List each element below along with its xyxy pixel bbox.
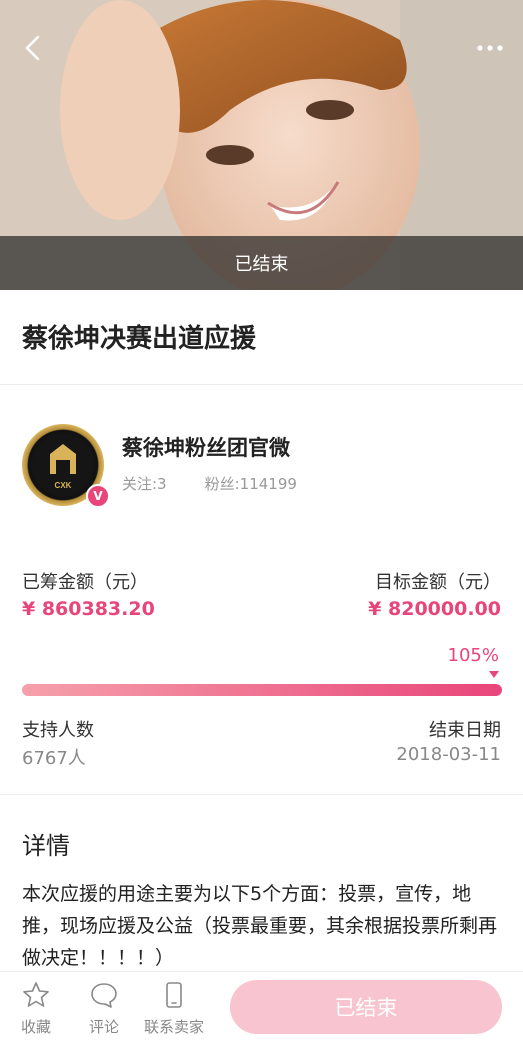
raised-amount-label: 已筹金额（元） (22, 572, 148, 593)
contact-seller-tab-label: 联系卖家 (144, 1018, 205, 1036)
contact-seller-tab[interactable]: 联系卖家 (144, 980, 204, 1037)
detail-heading: 详情 (22, 832, 70, 860)
organizer-name[interactable]: 蔡徐坤粉丝团官微 (122, 432, 290, 462)
status-banner: 已结束 (0, 236, 523, 290)
phone-icon (166, 982, 182, 1008)
star-icon (23, 982, 49, 1007)
comment-tab-label: 评论 (88, 1018, 119, 1036)
back-arrow-icon[interactable] (20, 34, 48, 62)
favorite-tab-label: 收藏 (20, 1018, 51, 1036)
hero-banner: 已结束 (0, 0, 523, 290)
more-dots-icon[interactable] (475, 38, 505, 58)
progress-bar-fill (22, 684, 502, 696)
page-title: 蔡徐坤决赛出道应援 (22, 324, 257, 354)
favorite-tab[interactable]: 收藏 (6, 980, 66, 1037)
follow-count: 关注:3 (122, 475, 167, 493)
progress-bar (22, 684, 502, 696)
target-amount-label: 目标金额（元） (375, 572, 501, 593)
progress-percent: 105% (447, 645, 499, 666)
verified-badge: V (86, 484, 110, 508)
divider (0, 384, 523, 385)
divider (0, 794, 523, 795)
svg-text:CXK: CXK (55, 481, 72, 490)
target-amount-value: ¥ 820000.00 (368, 598, 501, 620)
end-date-value: 2018-03-11 (396, 744, 501, 765)
end-date-label: 结束日期 (429, 720, 501, 741)
progress-marker-icon (489, 671, 499, 678)
detail-body: 本次应援的用途主要为以下5个方面：投票，宣传，地推，现场应援及公益（投票最重要，… (22, 883, 498, 969)
ended-action-button[interactable]: 已结束 (230, 980, 502, 1034)
raised-amount-value: ¥ 860383.20 (22, 598, 155, 620)
organizer-stats: 关注:3 粉丝:114199 (122, 473, 297, 494)
supporters-label: 支持人数 (22, 720, 94, 741)
supporters-value: 6767人 (22, 748, 86, 769)
comment-tab[interactable]: 评论 (74, 980, 134, 1037)
fans-count: 粉丝:114199 (204, 475, 297, 493)
status-banner-label: 已结束 (234, 254, 289, 275)
chat-bubble-icon (91, 983, 117, 1008)
